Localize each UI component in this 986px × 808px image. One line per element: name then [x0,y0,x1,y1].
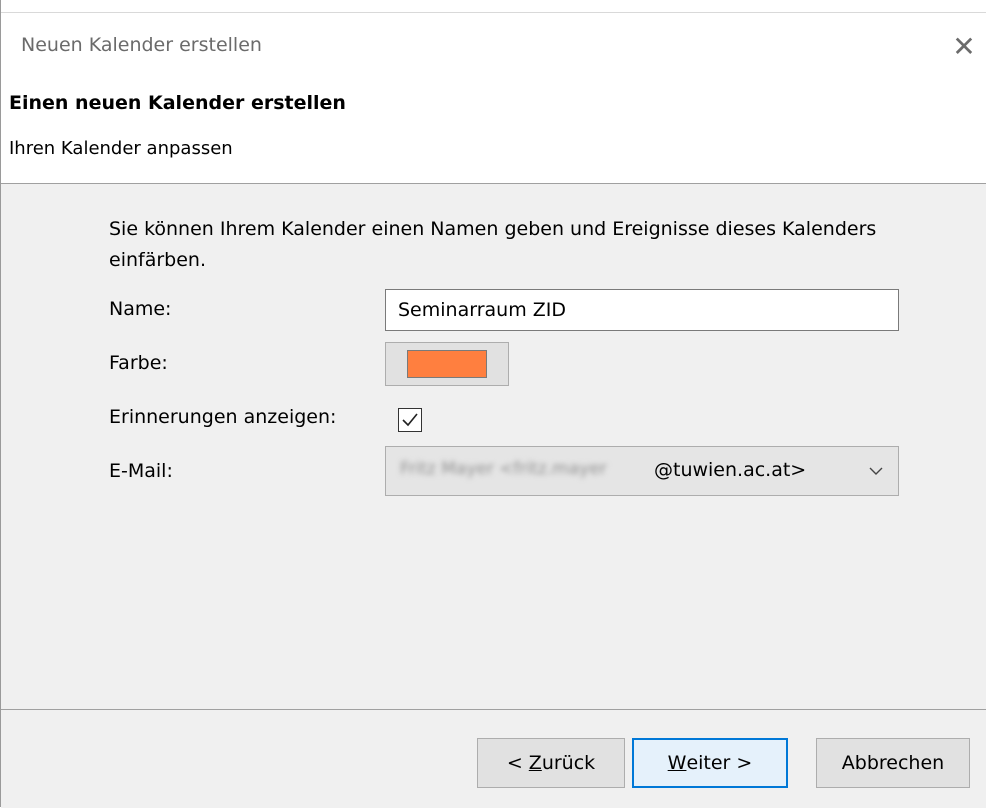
title-bar-divider [1,12,986,13]
wizard-content: Sie können Ihrem Kalender einen Namen ge… [1,184,986,709]
email-blurred-name: Fritz Mayer <fritz.mayer [400,459,607,479]
reminders-label: Erinnerungen anzeigen: [109,406,337,428]
color-label: Farbe: [109,352,168,374]
next-mnemonic: W [667,752,687,774]
color-picker-button[interactable] [385,342,509,386]
name-label: Name: [109,298,172,320]
color-swatch [407,350,487,378]
email-label: E-Mail: [109,460,173,482]
email-select[interactable]: Fritz Mayer <fritz.mayer @tuwien.ac.at> [385,446,899,496]
back-button[interactable]: < Zurück [477,738,625,788]
wizard-header: Einen neuen Kalender erstellen Ihren Kal… [1,88,986,184]
wizard-subtitle: Ihren Kalender anpassen [9,138,233,159]
wizard-title: Einen neuen Kalender erstellen [9,92,346,114]
window-title: Neuen Kalender erstellen [21,34,262,56]
chevron-down-icon [869,467,883,475]
checkmark-icon [402,413,418,427]
next-rest: eiter > [686,752,753,774]
close-button[interactable]: ✕ [942,24,986,68]
reminders-checkbox[interactable] [398,408,422,432]
title-bar: Neuen Kalender erstellen ✕ [1,0,986,88]
new-calendar-dialog: Neuen Kalender erstellen ✕ Einen neuen K… [0,0,986,808]
intro-text: Sie können Ihrem Kalender einen Namen ge… [109,218,877,271]
next-button[interactable]: Weiter > [632,738,788,788]
cancel-button[interactable]: Abbrechen [816,738,970,788]
wizard-footer: < Zurück Weiter > Abbrechen [1,709,986,808]
back-rest: urück [541,752,596,774]
back-mnemonic: Z [528,752,542,774]
close-icon: ✕ [952,29,976,63]
name-input[interactable] [385,289,899,331]
back-prefix: < [506,752,529,774]
email-domain: @tuwien.ac.at> [654,459,807,481]
